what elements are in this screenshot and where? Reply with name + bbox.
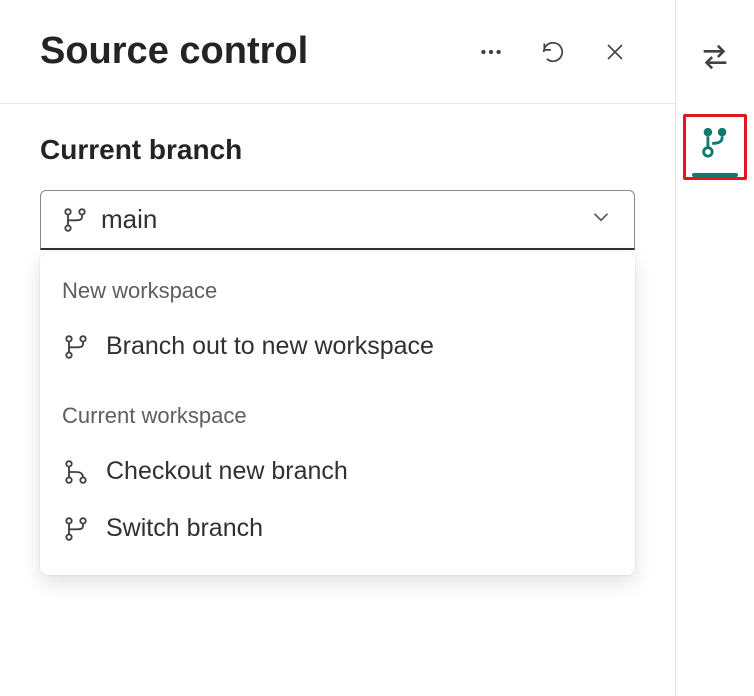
branch-dropdown-menu: New workspace Branch out to new workspac…: [40, 252, 635, 575]
rail-active-indicator: [692, 173, 738, 177]
branch-icon: [62, 515, 90, 543]
menu-group-label-new: New workspace: [40, 270, 635, 318]
rail-sync-button[interactable]: [694, 36, 736, 78]
menu-item-label: Checkout new branch: [106, 457, 348, 486]
more-icon: [478, 39, 504, 65]
checkout-icon: [62, 458, 90, 486]
branch-icon: [62, 333, 90, 361]
chevron-down-icon: [588, 204, 614, 235]
branch-icon: [61, 206, 89, 234]
close-button[interactable]: [601, 38, 629, 66]
menu-item-branch-out[interactable]: Branch out to new workspace: [40, 318, 635, 375]
more-button[interactable]: [477, 38, 505, 66]
menu-item-label: Branch out to new workspace: [106, 332, 434, 361]
rail-source-control-selected[interactable]: [683, 114, 747, 180]
menu-item-checkout-new[interactable]: Checkout new branch: [40, 443, 635, 500]
git-branch-icon: [696, 123, 734, 161]
panel-content: Current branch main New workspace: [0, 104, 675, 605]
refresh-icon: [540, 39, 566, 65]
menu-item-label: Switch branch: [106, 514, 263, 543]
sync-arrows-icon: [698, 40, 732, 74]
close-icon: [603, 40, 627, 64]
refresh-button[interactable]: [539, 38, 567, 66]
branch-dropdown[interactable]: main: [40, 190, 635, 250]
menu-divider: [40, 375, 635, 395]
panel-header: Source control: [0, 0, 675, 104]
menu-item-switch-branch[interactable]: Switch branch: [40, 500, 635, 557]
right-rail: [676, 0, 754, 696]
current-branch-label: Current branch: [40, 134, 635, 166]
header-actions: [477, 38, 635, 66]
branch-dropdown-value: main: [89, 204, 588, 235]
source-control-panel: Source control Current branch main: [0, 0, 676, 696]
menu-group-label-current: Current workspace: [40, 395, 635, 443]
panel-title: Source control: [40, 30, 477, 73]
